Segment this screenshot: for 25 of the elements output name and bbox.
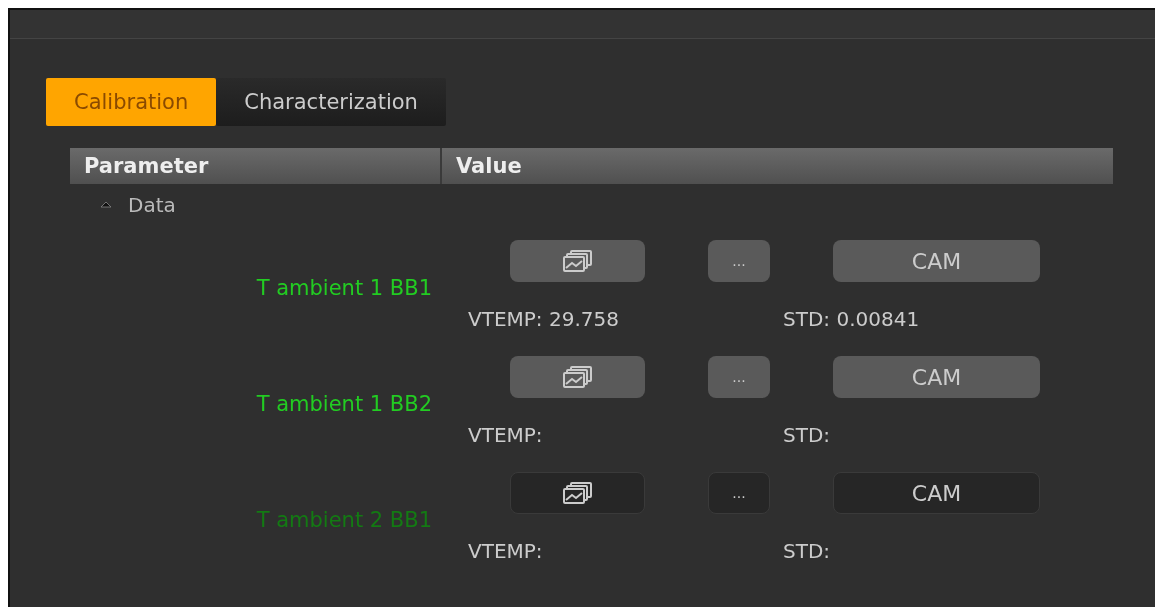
std-reading: STD: <box>783 423 832 447</box>
column-header[interactable]: Parameter <box>70 148 440 184</box>
parameter-label: T ambient 1 BB1 <box>256 276 432 300</box>
expand-arrow-icon[interactable] <box>100 200 112 210</box>
parameter-label: T ambient 2 BB1 <box>256 508 432 532</box>
group-label: Data <box>128 193 176 217</box>
cam-button[interactable]: CAM <box>833 356 1040 398</box>
browse-button[interactable]: ... <box>708 356 770 398</box>
cam-button[interactable]: CAM <box>833 240 1040 282</box>
image-button[interactable] <box>510 356 645 398</box>
images-icon <box>562 481 593 505</box>
images-icon <box>562 249 593 273</box>
column-header[interactable]: Value <box>440 148 1113 184</box>
std-reading: STD: <box>783 539 832 563</box>
images-icon <box>562 365 593 389</box>
vtemp-reading: VTEMP: <box>468 539 544 563</box>
image-button[interactable] <box>510 240 645 282</box>
tab[interactable]: Calibration <box>46 78 217 126</box>
parameter-label: T ambient 1 BB2 <box>256 392 432 416</box>
image-button[interactable] <box>510 472 645 514</box>
browse-button[interactable]: ... <box>708 240 770 282</box>
vtemp-reading: VTEMP: 29.758 <box>468 307 620 331</box>
tab[interactable]: Characterization <box>216 78 446 126</box>
std-reading: STD: 0.00841 <box>783 307 921 331</box>
vtemp-reading: VTEMP: <box>468 423 544 447</box>
